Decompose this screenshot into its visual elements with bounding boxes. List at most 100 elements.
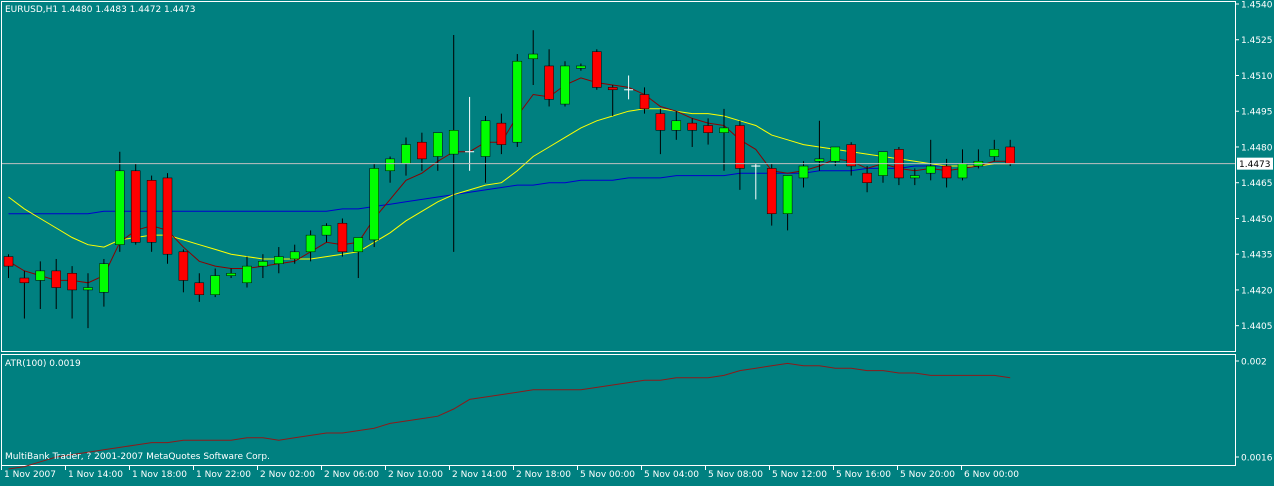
- price-tick-label: 1.4465: [1241, 179, 1273, 189]
- candle: [433, 132, 443, 171]
- indicator-panel-frame: [1, 354, 1236, 466]
- candle: [19, 270, 30, 319]
- candle: [130, 163, 141, 245]
- candle-body-bear: [655, 113, 666, 131]
- candle: [798, 161, 809, 188]
- candle: [448, 34, 459, 252]
- time-tick-label: 5 Nov 20:00: [900, 470, 955, 480]
- price-tick-label: 1.4525: [1241, 36, 1273, 46]
- candle-body-bear: [162, 177, 173, 255]
- time-tick-label: 2 Nov 02:00: [260, 470, 315, 480]
- candle: [607, 85, 618, 116]
- candle-body-bull: [258, 261, 268, 267]
- candle: [194, 273, 205, 302]
- candle: [655, 108, 666, 155]
- candle-body-bull: [242, 265, 252, 284]
- candle: [289, 244, 300, 264]
- candle-body-bear: [67, 273, 77, 291]
- candle: [735, 120, 745, 190]
- candle-body-bear: [130, 170, 141, 243]
- candle: [178, 249, 189, 293]
- main-panel-frame: [1, 1, 1236, 352]
- price-tick-label: 1.4450: [1241, 215, 1273, 225]
- time-tick-label: 5 Nov 08:00: [708, 470, 763, 480]
- chart-canvas[interactable]: 1.4473 1.4540 1.4525 1.4510 1.4495 1.4480 1.4…: [0, 0, 1274, 482]
- candle-body-bear: [592, 51, 602, 88]
- candle-body-bull: [925, 165, 936, 174]
- time-tick-label: 1 Nov 2007: [4, 470, 56, 480]
- chart-header: EURUSD,H1 1.4480 1.4483 1.4472 1.4473: [5, 5, 196, 15]
- candle-body-bear: [735, 125, 745, 169]
- candle-body-bull: [560, 65, 570, 105]
- candle-body-bear: [544, 65, 554, 100]
- candle-body-bull: [226, 273, 236, 276]
- candle: [989, 139, 1000, 162]
- candle-body-bull: [910, 175, 920, 179]
- current-price-line: 1.4473: [2, 157, 1273, 170]
- candle: [242, 256, 252, 288]
- price-tick-label: 1.4510: [1241, 72, 1273, 82]
- candle-body-bull: [576, 65, 586, 69]
- candle: [99, 258, 109, 307]
- trading-chart[interactable]: 1.4473 1.4540 1.4525 1.4510 1.4495 1.4480 1.4…: [0, 0, 1274, 482]
- candle-body-bear: [194, 282, 205, 295]
- candle: [671, 111, 682, 140]
- candle-body-bull: [305, 234, 316, 253]
- candle: [1005, 139, 1015, 167]
- candle-body-bull: [369, 168, 379, 241]
- candle: [162, 173, 173, 264]
- candle-body-bear: [607, 87, 618, 91]
- candle-body-bear: [941, 165, 952, 179]
- candle-body-bull: [321, 225, 332, 236]
- time-tick-label: 2 Nov 06:00: [324, 470, 379, 480]
- atr-tick-label: 0.002: [1241, 358, 1267, 368]
- candle: [766, 163, 777, 226]
- candle-body-bear: [846, 144, 856, 167]
- candle: [751, 163, 761, 200]
- candle: [67, 266, 77, 319]
- candle: [544, 49, 554, 107]
- time-tick-label: 5 Nov 04:00: [644, 470, 699, 480]
- candle: [592, 49, 602, 90]
- candle: [385, 156, 395, 183]
- atr-tick-label: 0.0016: [1241, 454, 1273, 464]
- candle: [401, 137, 411, 176]
- price-tick-label: 1.4480: [1241, 143, 1273, 153]
- candle: [115, 151, 125, 252]
- time-tick-label: 5 Nov 16:00: [836, 470, 891, 480]
- candle: [894, 146, 904, 186]
- candle: [687, 118, 697, 147]
- price-tick-label: 1.4540: [1241, 1, 1273, 11]
- ma-fast-line: [8, 77, 1011, 284]
- candle-body-bull: [401, 144, 411, 164]
- candle-body-bull: [671, 120, 682, 131]
- candle: [512, 54, 523, 147]
- time-tick-label: 5 Nov 00:00: [580, 470, 635, 480]
- candle: [528, 30, 538, 86]
- ma-long-line: [8, 163, 1011, 215]
- price-tick-label: 1.4495: [1241, 108, 1273, 118]
- candle-body-bull: [35, 270, 46, 281]
- candle-body-bear: [703, 125, 713, 133]
- candle-body-bull: [512, 60, 523, 143]
- ma-slow-line: [8, 108, 1011, 260]
- last-price-label: 1.4473: [1239, 160, 1271, 170]
- candle-body-bull: [289, 251, 300, 260]
- candle-body-bull: [210, 275, 220, 295]
- price-tick-label: 1.4420: [1241, 286, 1273, 296]
- candle-body-bull: [480, 120, 491, 157]
- candle: [353, 237, 364, 279]
- candle: [258, 254, 268, 279]
- candle-body-bear: [417, 141, 427, 160]
- candle-body-bull: [719, 127, 729, 133]
- candle: [862, 166, 872, 193]
- candle-body-bear: [862, 172, 872, 183]
- candle: [560, 61, 570, 107]
- candle: [878, 151, 888, 183]
- candle: [973, 149, 984, 169]
- candle: [925, 139, 936, 181]
- time-tick-label: 2 Nov 18:00: [516, 470, 571, 480]
- panel-frames: [1, 1, 1236, 466]
- candle-body-bear: [51, 270, 61, 288]
- candle-body-bull: [830, 146, 841, 162]
